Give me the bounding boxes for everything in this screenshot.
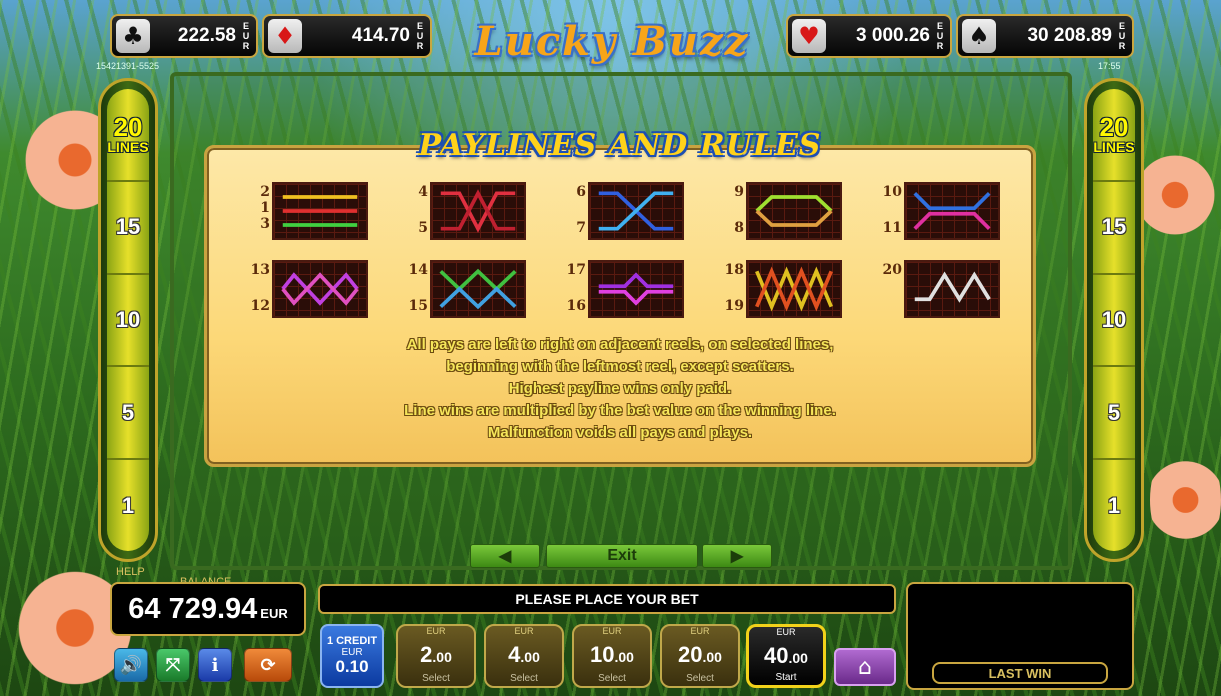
exit-button[interactable]: Exit xyxy=(546,544,698,568)
payline-number: 3 xyxy=(260,216,270,232)
balance-currency: EUR xyxy=(260,605,288,621)
jackpot-value: 30 208.89 xyxy=(1027,25,1112,46)
payline-diagram-20 xyxy=(904,260,1000,318)
payline-diagram-12-13 xyxy=(272,260,368,318)
lines-selector-15[interactable]: 15 xyxy=(1093,182,1135,275)
sound-icon[interactable]: 🔊 xyxy=(114,648,148,682)
spade-icon: ♠ xyxy=(962,19,996,53)
payline-diagram-14-15 xyxy=(430,260,526,318)
paytable-title: PAYLINES AND RULES xyxy=(418,127,822,163)
lines-selector-10[interactable]: 10 xyxy=(1093,275,1135,368)
clock: 17:55 xyxy=(1098,61,1121,71)
payline-number: 19 xyxy=(724,298,744,314)
payline-number: 4 xyxy=(418,184,428,200)
payline-diagram-18-19 xyxy=(746,260,842,318)
heart-icon: ♥ xyxy=(792,19,826,53)
lines-selector-20[interactable]: 20 LINES xyxy=(107,89,149,182)
payline-number: 9 xyxy=(734,184,744,200)
fullscreen-icon[interactable]: ⤧ xyxy=(156,648,190,682)
jackpot-currency: EUR xyxy=(936,21,944,51)
payline-number: 13 xyxy=(250,262,270,278)
rule-line: beginning with the leftmost reel, except… xyxy=(446,358,794,375)
last-win-display: LAST WIN xyxy=(906,582,1134,690)
lines-meter-left: 20 LINES 15 10 5 1 xyxy=(98,78,158,562)
payline-number: 7 xyxy=(576,220,586,236)
payline-diagram-10-11 xyxy=(904,182,1000,240)
lines-meter-right: 20 LINES 15 10 5 1 xyxy=(1084,78,1144,562)
payline-number: 2 xyxy=(260,184,270,200)
help-label[interactable]: HELP xyxy=(116,566,145,578)
lines-selector-1[interactable]: 1 xyxy=(107,460,149,551)
autoplay-icon[interactable]: ⟳ xyxy=(244,648,292,682)
payline-number: 15 xyxy=(408,298,428,314)
jackpot-diamond: ♦ 414.70 EUR xyxy=(262,14,432,58)
rule-line: Highest payline wins only paid. xyxy=(508,380,732,397)
jackpot-currency: EUR xyxy=(416,21,424,51)
jackpot-spade: ♠ 30 208.89 EUR xyxy=(956,14,1134,58)
lines-selector-5[interactable]: 5 xyxy=(1093,367,1135,461)
payline-number: 5 xyxy=(418,220,428,236)
lines-selector-20[interactable]: 20 LINES xyxy=(1093,89,1135,182)
diamond-icon: ♦ xyxy=(268,19,302,53)
start-button-40[interactable]: EUR 40.00 Start xyxy=(746,624,826,688)
last-win-label: LAST WIN xyxy=(932,662,1108,684)
club-icon: ♣ xyxy=(116,19,150,53)
payline-number: 18 xyxy=(724,262,744,278)
prev-page-button[interactable]: ◀ xyxy=(470,544,540,568)
jackpot-heart: ♥ 3 000.26 EUR xyxy=(786,14,952,58)
lines-selector-1[interactable]: 1 xyxy=(1093,460,1135,551)
info-icon[interactable]: i xyxy=(198,648,232,682)
jackpot-currency: EUR xyxy=(242,21,250,51)
jackpot-value: 414.70 xyxy=(351,25,410,46)
game-logo: Lucky Buzz xyxy=(474,17,750,65)
session-id: 15421391-5525 xyxy=(96,61,160,71)
payline-number: 16 xyxy=(566,298,586,314)
payline-number: 1 xyxy=(260,200,270,216)
bet-button-4[interactable]: EUR 4.00 Select xyxy=(484,624,564,688)
payline-number: 6 xyxy=(576,184,586,200)
home-icon[interactable]: ⌂ xyxy=(834,648,896,686)
payline-diagram-16-17 xyxy=(588,260,684,318)
balance-value: 64 729.94 xyxy=(128,592,258,625)
payline-number: 20 xyxy=(882,262,902,278)
payline-diagram-6-7 xyxy=(588,182,684,240)
payline-number: 17 xyxy=(566,262,586,278)
payline-number: 12 xyxy=(250,298,270,314)
status-message: PLEASE PLACE YOUR BET xyxy=(318,584,896,614)
payline-number: 11 xyxy=(882,220,902,236)
lines-selector-5[interactable]: 5 xyxy=(107,367,149,461)
payline-number: 10 xyxy=(882,184,902,200)
payline-diagram-4-5 xyxy=(430,182,526,240)
lines-selector-10[interactable]: 10 xyxy=(107,275,149,368)
jackpot-currency: EUR xyxy=(1118,21,1126,51)
payline-number: 8 xyxy=(734,220,744,236)
rule-line: Malfunction voids all pays and plays. xyxy=(487,424,753,441)
rule-line: All pays are left to right on adjacent r… xyxy=(406,336,834,353)
lines-selector-15[interactable]: 15 xyxy=(107,182,149,275)
bet-button-10[interactable]: EUR 10.00 Select xyxy=(572,624,652,688)
jackpot-value: 3 000.26 xyxy=(856,25,930,46)
payline-diagram-8-9 xyxy=(746,182,842,240)
credit-value-selector[interactable]: 1 CREDIT EUR 0.10 xyxy=(320,624,384,688)
jackpot-club: ♣ 222.58 EUR xyxy=(110,14,258,58)
payline-diagram-1-3 xyxy=(272,182,368,240)
payline-number: 14 xyxy=(408,262,428,278)
rules-text: All pays are left to right on adjacent r… xyxy=(210,334,1030,444)
balance-display: 64 729.94 EUR xyxy=(110,582,306,636)
bet-button-20[interactable]: EUR 20.00 Select xyxy=(660,624,740,688)
rule-line: Line wins are multiplied by the bet valu… xyxy=(404,402,836,419)
jackpot-value: 222.58 xyxy=(177,25,236,46)
flower-decoration xyxy=(1150,440,1221,560)
bet-button-2[interactable]: EUR 2.00 Select xyxy=(396,624,476,688)
next-page-button[interactable]: ▶ xyxy=(702,544,772,568)
